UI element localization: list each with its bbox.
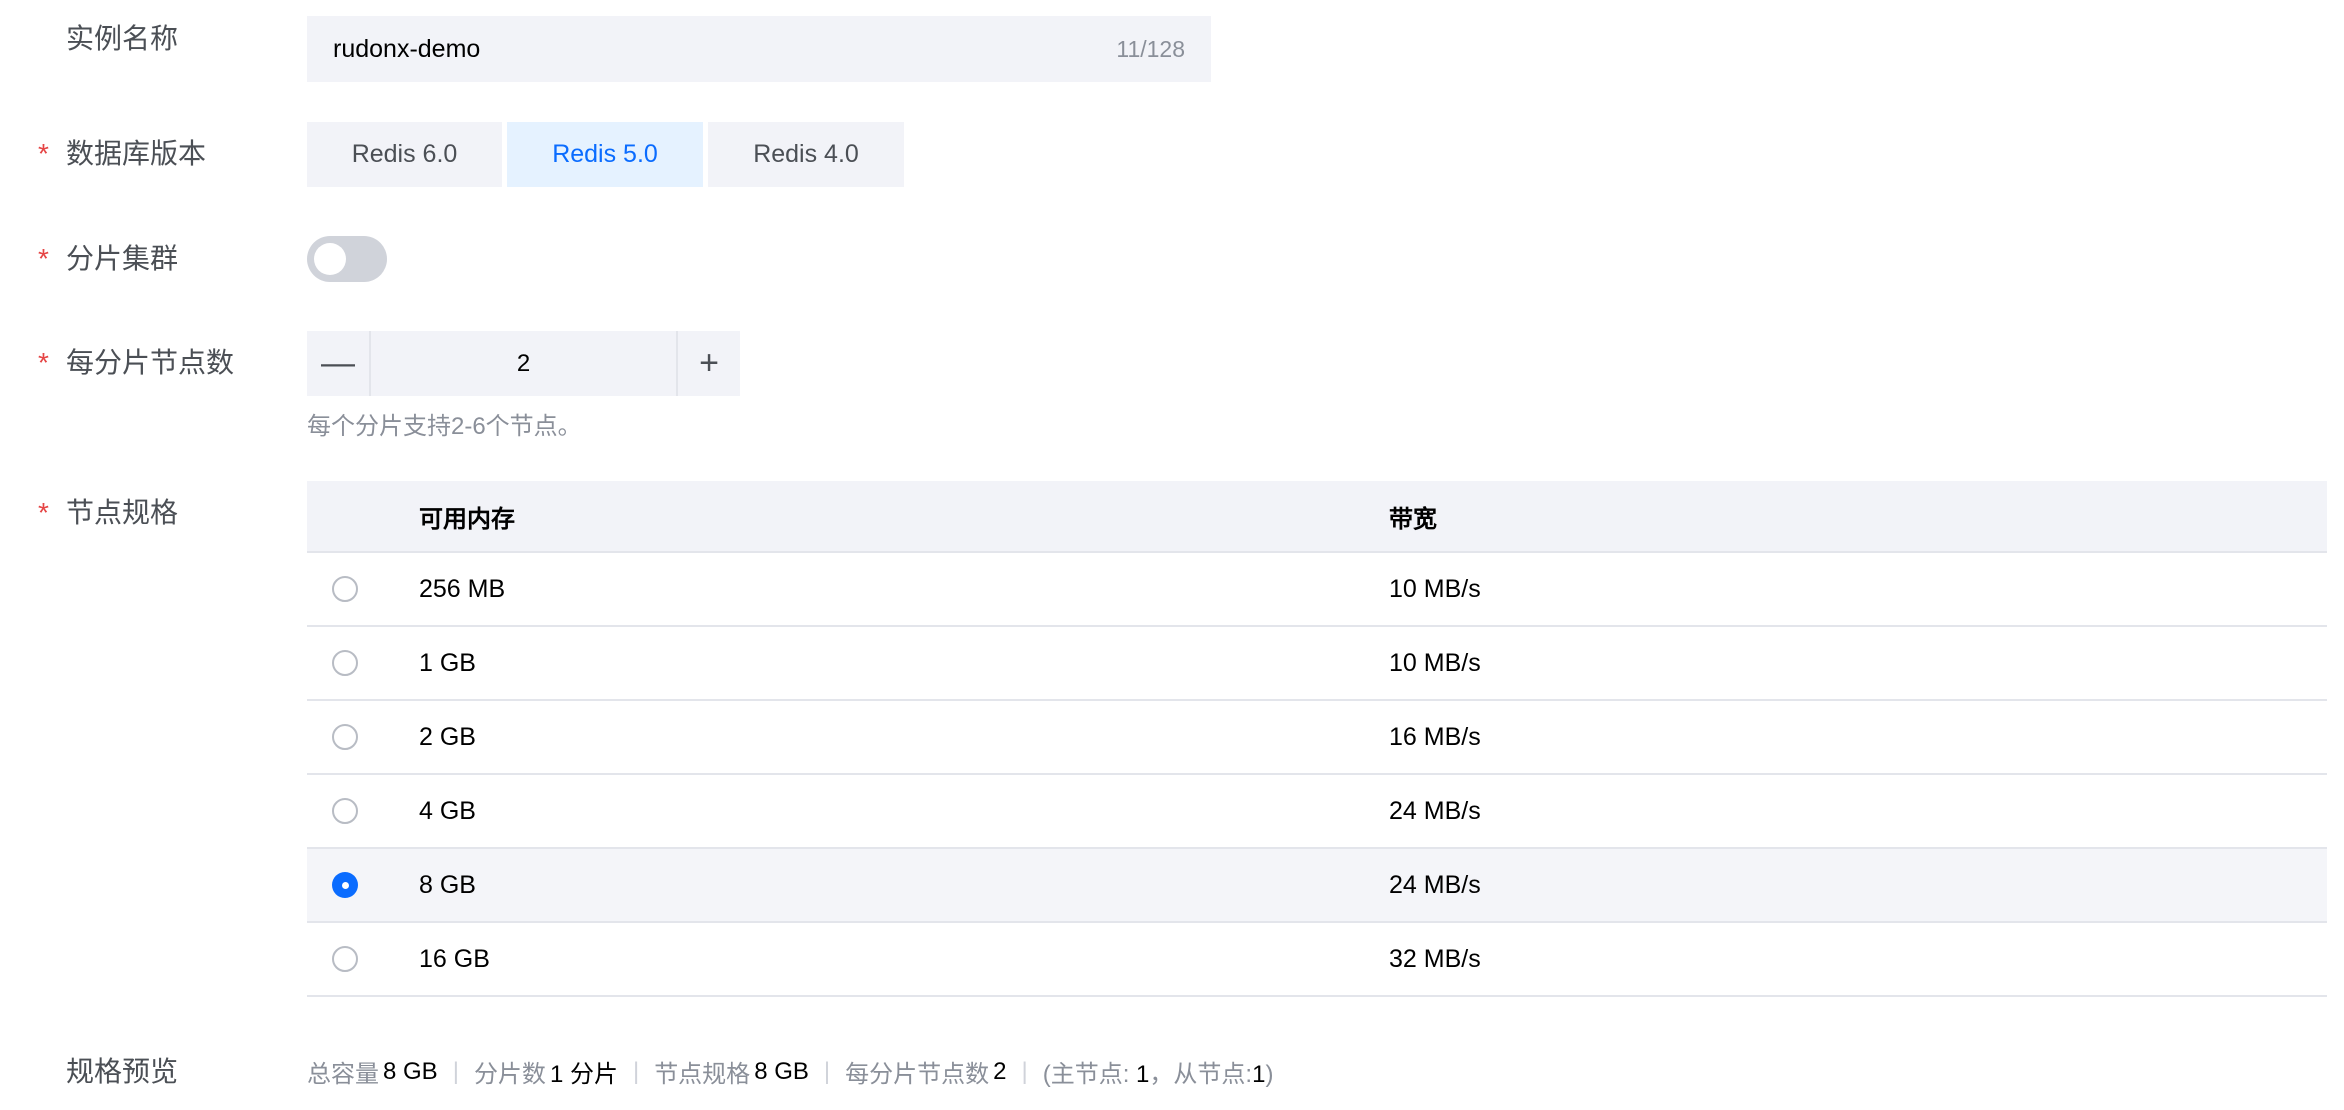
radio-button[interactable] xyxy=(332,576,358,602)
memory-cell: 256 MB xyxy=(419,574,506,603)
bandwidth-cell: 24 MB/s xyxy=(1389,796,1481,825)
shard-count-label: 分片数 xyxy=(473,1061,546,1088)
toggle-knob xyxy=(314,243,346,275)
table-row[interactable]: 256 MB 10 MB/s xyxy=(307,553,2327,627)
breakdown-mid: ，从节点: xyxy=(1149,1061,1253,1088)
total-capacity-label: 总容量 xyxy=(307,1061,379,1088)
required-mark: * xyxy=(38,347,49,378)
divider: | xyxy=(632,1057,640,1085)
bandwidth-cell: 10 MB/s xyxy=(1389,574,1481,603)
preview-label: 规格预览 xyxy=(66,1056,179,1087)
nodes-per-shard-preview-value: 2 xyxy=(993,1057,1007,1085)
radio-button[interactable] xyxy=(332,798,358,824)
instance-name-label: 实例名称 xyxy=(66,23,179,54)
radio-button[interactable] xyxy=(332,724,358,750)
memory-cell: 1 GB xyxy=(419,648,476,677)
radio-button-selected[interactable] xyxy=(332,872,358,898)
column-header-bandwidth: 带宽 xyxy=(1389,505,1437,533)
table-row[interactable]: 16 GB 32 MB/s xyxy=(307,923,2327,997)
table-row[interactable]: 4 GB 24 MB/s xyxy=(307,775,2327,849)
version-option-redis-4[interactable]: Redis 4.0 xyxy=(708,122,904,187)
table-row-selected[interactable]: 8 GB 24 MB/s xyxy=(307,849,2327,923)
radio-button[interactable] xyxy=(332,946,358,972)
bandwidth-cell: 10 MB/s xyxy=(1389,648,1481,677)
nodes-per-shard-stepper: — 2 + xyxy=(307,331,740,396)
required-mark: * xyxy=(38,138,49,169)
node-spec-preview-value: 8 GB xyxy=(754,1057,809,1085)
node-spec-table: 可用内存 带宽 256 MB 10 MB/s 1 GB 10 MB/s 2 GB… xyxy=(307,481,2327,997)
table-row[interactable]: 1 GB 10 MB/s xyxy=(307,627,2327,701)
instance-config-form: 实例名称 rudonx-demo 11/128 * 数据库版本 Redis 6.… xyxy=(0,0,2344,1110)
bandwidth-cell: 24 MB/s xyxy=(1389,870,1481,899)
memory-cell: 2 GB xyxy=(419,722,476,751)
instance-name-value[interactable]: rudonx-demo xyxy=(333,35,480,64)
increment-button[interactable]: + xyxy=(678,331,740,396)
replica-node-count: 1 xyxy=(1252,1061,1266,1088)
shard-count-value: 1 分片 xyxy=(549,1061,618,1088)
divider: | xyxy=(452,1057,459,1085)
version-option-redis-5[interactable]: Redis 5.0 xyxy=(507,122,703,187)
total-capacity-value: 8 GB xyxy=(383,1057,438,1085)
radio-button[interactable] xyxy=(332,650,358,676)
node-spec-preview-label: 节点规格 xyxy=(654,1061,751,1088)
node-breakdown: (主节点: 1，从节点:1) xyxy=(1043,1054,1274,1089)
nodes-per-shard-preview-label: 每分片节点数 xyxy=(845,1061,990,1088)
instance-name-char-count: 11/128 xyxy=(1116,35,1185,62)
plus-icon: + xyxy=(699,344,719,382)
required-mark: * xyxy=(38,497,49,528)
required-mark: * xyxy=(38,243,49,274)
nodes-per-shard-label: 每分片节点数 xyxy=(66,347,235,378)
nodes-per-shard-help: 每个分片支持2-6个节点。 xyxy=(307,413,582,440)
version-option-redis-6[interactable]: Redis 6.0 xyxy=(307,122,502,187)
minus-icon: — xyxy=(321,344,355,382)
breakdown-open: (主节点: xyxy=(1042,1061,1137,1088)
divider: | xyxy=(823,1057,831,1085)
table-header: 可用内存 带宽 xyxy=(307,481,2327,553)
nodes-per-shard-value[interactable]: 2 xyxy=(369,331,678,396)
primary-node-count: 1 xyxy=(1136,1061,1150,1088)
db-version-label: 数据库版本 xyxy=(66,138,207,169)
instance-name-input[interactable]: rudonx-demo 11/128 xyxy=(307,16,1211,82)
spec-preview: 总容量 8 GB | 分片数 1 分片 | 节点规格 8 GB | 每分片节点数… xyxy=(307,1054,1273,1089)
memory-cell: 4 GB xyxy=(419,796,476,825)
column-header-memory: 可用内存 xyxy=(419,505,515,533)
sharding-toggle[interactable] xyxy=(307,236,387,282)
divider: | xyxy=(1021,1057,1028,1085)
bandwidth-cell: 32 MB/s xyxy=(1389,944,1481,973)
decrement-button[interactable]: — xyxy=(307,331,369,396)
node-spec-label: 节点规格 xyxy=(66,497,179,528)
table-row[interactable]: 2 GB 16 MB/s xyxy=(307,701,2327,775)
memory-cell: 16 GB xyxy=(419,944,490,973)
sharding-label: 分片集群 xyxy=(66,243,179,274)
breakdown-close: ) xyxy=(1265,1061,1274,1088)
memory-cell: 8 GB xyxy=(419,870,476,899)
bandwidth-cell: 16 MB/s xyxy=(1389,722,1481,751)
